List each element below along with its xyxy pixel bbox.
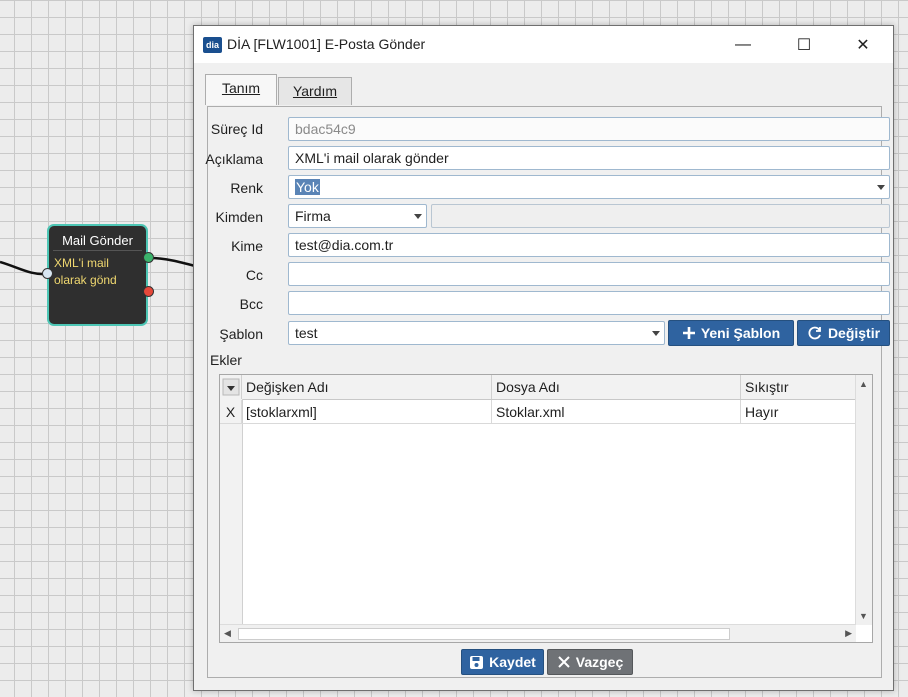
scroll-up-icon[interactable]: ▲ — [859, 379, 868, 389]
window-title: DİA [FLW1001] E-Posta Gönder — [227, 36, 426, 52]
table-cell-degisken-adi[interactable]: [stoklarxml] — [242, 400, 492, 424]
refresh-icon — [808, 326, 821, 340]
minimize-icon: — — [735, 35, 751, 53]
kimden-label: Kimden — [215, 209, 263, 225]
maximize-button[interactable]: ☐ — [781, 26, 827, 63]
kime-label: Kime — [231, 238, 263, 254]
mail-gonder-node[interactable]: Mail Gönder XML'i mail olarak gönd — [47, 224, 148, 326]
ekler-label: Ekler — [210, 352, 242, 368]
tab-tanim[interactable]: Tanım — [205, 74, 277, 105]
maximize-icon: ☐ — [796, 36, 812, 54]
triangle-down-icon — [222, 378, 240, 396]
cancel-button[interactable]: Vazgeç — [547, 649, 633, 675]
tab-yardim-label: Yardım — [292, 83, 338, 99]
kimden-value: Firma — [295, 208, 331, 224]
horizontal-scrollbar[interactable]: ◀ ▶ — [220, 624, 856, 642]
cancel-label: Vazgeç — [575, 654, 624, 670]
kime-field[interactable]: test@dia.com.tr — [288, 233, 890, 257]
column-header-dosya-adi[interactable]: Dosya Adı — [492, 375, 741, 399]
chevron-down-icon — [877, 185, 885, 190]
plus-icon — [682, 327, 695, 339]
node-success-port[interactable] — [143, 252, 154, 263]
node-description-line2: olarak gönd — [54, 273, 117, 287]
yeni-sablon-button[interactable]: Yeni Şablon — [668, 320, 794, 346]
title-bar[interactable]: dia DİA [FLW1001] E-Posta Gönder — ☐ ✕ — [194, 26, 893, 63]
column-header-sikistir[interactable]: Sıkıştır — [741, 375, 858, 399]
save-label: Kaydet — [489, 654, 536, 670]
degistir-label: Değiştir — [827, 325, 881, 341]
sablon-select[interactable]: test — [288, 321, 665, 345]
kimden-address-field — [431, 204, 890, 228]
vertical-scrollbar[interactable]: ▲ ▼ — [855, 375, 872, 625]
node-input-port[interactable] — [42, 268, 53, 279]
horizontal-scroll-thumb[interactable] — [238, 628, 730, 640]
degistir-button[interactable]: Değiştir — [797, 320, 890, 346]
renk-value: Yok — [295, 179, 320, 195]
surec-id-value: bdac54c9 — [295, 121, 356, 137]
aciklama-value: XML'i mail olarak gönder — [295, 150, 449, 166]
scroll-left-icon[interactable]: ◀ — [224, 628, 231, 639]
node-title: Mail Gönder — [53, 226, 142, 251]
kime-value: test@dia.com.tr — [295, 237, 394, 253]
node-description-line1: XML'i mail — [54, 256, 109, 270]
row-indicator-column — [220, 399, 243, 625]
row-marker[interactable]: X — [220, 400, 242, 424]
cc-field[interactable] — [288, 262, 890, 286]
renk-select[interactable]: Yok — [288, 175, 890, 199]
aciklama-label: Açıklama — [205, 151, 263, 167]
surec-id-label: Süreç Id — [210, 121, 263, 137]
aciklama-field[interactable]: XML'i mail olarak gönder — [288, 146, 890, 170]
tab-yardim[interactable]: Yardım — [278, 77, 352, 105]
bcc-label: Bcc — [239, 296, 263, 312]
chevron-down-icon — [414, 214, 422, 219]
bcc-field[interactable] — [288, 291, 890, 315]
close-icon: ✕ — [856, 36, 870, 54]
close-button[interactable]: ✕ — [840, 26, 886, 63]
chevron-down-icon — [652, 331, 660, 336]
yeni-sablon-label: Yeni Şablon — [700, 325, 781, 341]
scroll-right-icon[interactable]: ▶ — [845, 628, 852, 639]
grid-header: Değişken Adı Dosya Adı Sıkıştır — [220, 375, 856, 400]
close-icon — [558, 656, 570, 668]
save-icon — [470, 655, 484, 669]
email-send-dialog: dia DİA [FLW1001] E-Posta Gönder — ☐ ✕ T… — [193, 25, 894, 691]
attachments-grid: Değişken Adı Dosya Adı Sıkıştır X [stokl… — [219, 374, 873, 643]
tab-tanim-label: Tanım — [221, 80, 261, 96]
table-cell-dosya-adi[interactable]: Stoklar.xml — [492, 400, 741, 424]
column-header-degisken-adi[interactable]: Değişken Adı — [242, 375, 492, 399]
dia-app-icon: dia — [203, 37, 222, 53]
kimden-select[interactable]: Firma — [288, 204, 427, 228]
surec-id-field[interactable]: bdac54c9 — [288, 117, 890, 141]
table-cell-sikistir[interactable]: Hayır — [741, 400, 858, 424]
column-menu-button[interactable] — [220, 375, 242, 399]
node-description: XML'i mail olarak gönd — [49, 251, 146, 289]
sablon-value: test — [295, 325, 318, 341]
cc-label: Cc — [245, 267, 263, 283]
minimize-button[interactable]: — — [720, 26, 766, 63]
save-button[interactable]: Kaydet — [461, 649, 544, 675]
scroll-down-icon[interactable]: ▼ — [859, 611, 868, 621]
sablon-label: Şablon — [219, 326, 263, 342]
node-error-port[interactable] — [143, 286, 154, 297]
tanim-panel: Süreç Id bdac54c9 Açıklama XML'i mail ol… — [205, 106, 890, 678]
renk-label: Renk — [230, 180, 263, 196]
